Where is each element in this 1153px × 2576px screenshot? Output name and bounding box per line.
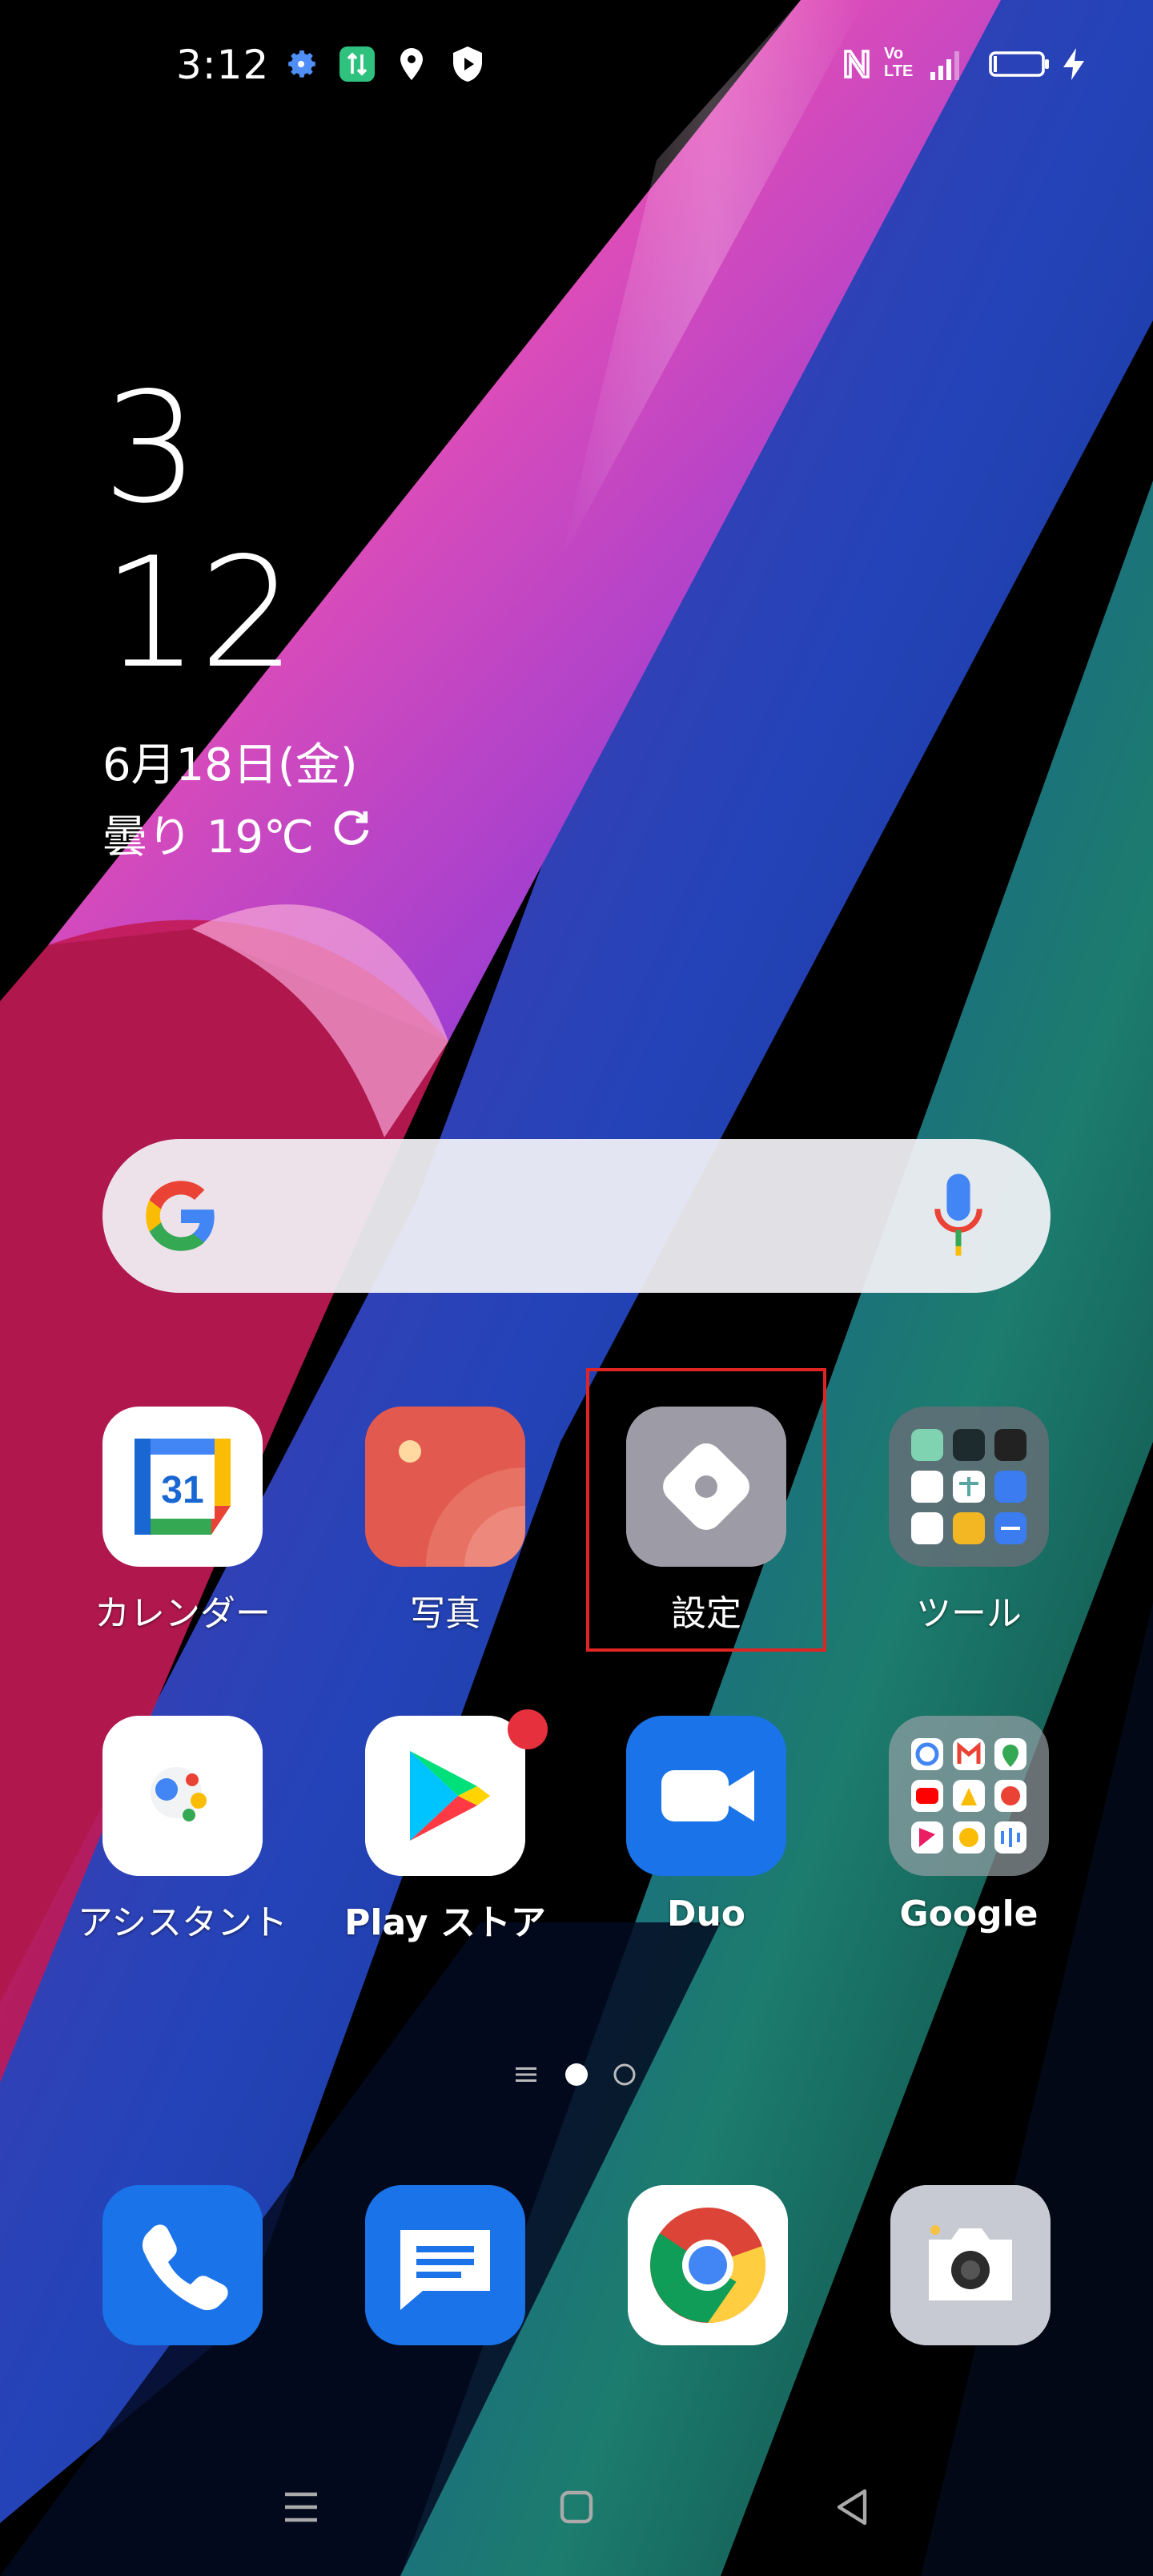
weather-info[interactable]: 曇り 19℃ <box>102 801 375 866</box>
google-search-bar[interactable] <box>102 1139 1051 1293</box>
assistant-icon <box>102 1716 263 1876</box>
charging-icon <box>1055 45 1094 83</box>
duo-icon <box>626 1716 786 1876</box>
app-label: アシスタント <box>77 1902 288 1943</box>
shield-icon <box>448 45 487 83</box>
app-label: Google <box>899 1894 1039 1934</box>
chrome-icon[interactable] <box>628 2185 788 2345</box>
clock-minute: 12 <box>102 525 296 702</box>
app-assistant[interactable]: アシスタント <box>62 1716 303 1972</box>
page-dot-active <box>565 2063 588 2086</box>
play-store-icon <box>365 1716 525 1876</box>
camera-icon[interactable] <box>890 2185 1051 2345</box>
page-indicator[interactable] <box>512 2059 641 2091</box>
app-label: Duo <box>666 1894 746 1934</box>
mic-icon[interactable] <box>930 1168 986 1264</box>
weather-text: 曇り 19℃ <box>102 811 314 863</box>
back-icon[interactable] <box>820 2475 884 2539</box>
messages-icon[interactable] <box>365 2185 525 2345</box>
app-label: ツール <box>916 1593 1022 1634</box>
app-label: Play ストア <box>344 1902 546 1943</box>
clock-date: 6月18日(金) <box>102 739 358 791</box>
folder-google-icon <box>889 1716 1049 1876</box>
menu-icon[interactable] <box>269 2475 333 2539</box>
location-icon <box>392 45 431 83</box>
refresh-icon[interactable] <box>330 806 375 862</box>
app-duo[interactable]: Duo <box>586 1716 826 1972</box>
clock-widget[interactable]: 3 12 <box>102 368 296 694</box>
volte-icon: Vo LTE <box>884 45 914 80</box>
app-label: 写真 <box>410 1593 480 1634</box>
folder-google[interactable]: Google <box>849 1716 1089 1972</box>
gear-icon <box>282 45 320 83</box>
highlight-box <box>586 1368 826 1652</box>
app-play-store[interactable]: Play ストア <box>325 1709 565 1972</box>
page-dot <box>613 2063 636 2086</box>
status-time: 3:12 <box>176 42 270 88</box>
app-photos[interactable]: 写真 <box>325 1407 565 1663</box>
google-logo-icon <box>146 1181 215 1251</box>
calendar-icon: 31 <box>102 1407 263 1567</box>
data-transfer-icon <box>338 45 376 83</box>
notification-badge <box>508 1709 548 1749</box>
app-label: カレンダー <box>94 1593 271 1634</box>
photos-icon <box>365 1407 525 1567</box>
status-bar: 3:12 Vo LTE <box>0 0 1153 128</box>
clock-hour: 3 <box>102 360 199 537</box>
app-calendar[interactable]: 31 カレンダー <box>62 1407 303 1663</box>
home-icon[interactable] <box>544 2475 609 2539</box>
page-list-icon <box>516 2067 536 2082</box>
battery-icon <box>988 45 1052 83</box>
phone-icon[interactable] <box>102 2185 263 2345</box>
svg-text:31: 31 <box>161 1469 203 1511</box>
folder-tools[interactable]: ツール <box>849 1407 1089 1663</box>
signal-icon <box>927 45 966 83</box>
nfc-icon <box>838 45 876 83</box>
folder-tools-icon <box>889 1407 1049 1567</box>
